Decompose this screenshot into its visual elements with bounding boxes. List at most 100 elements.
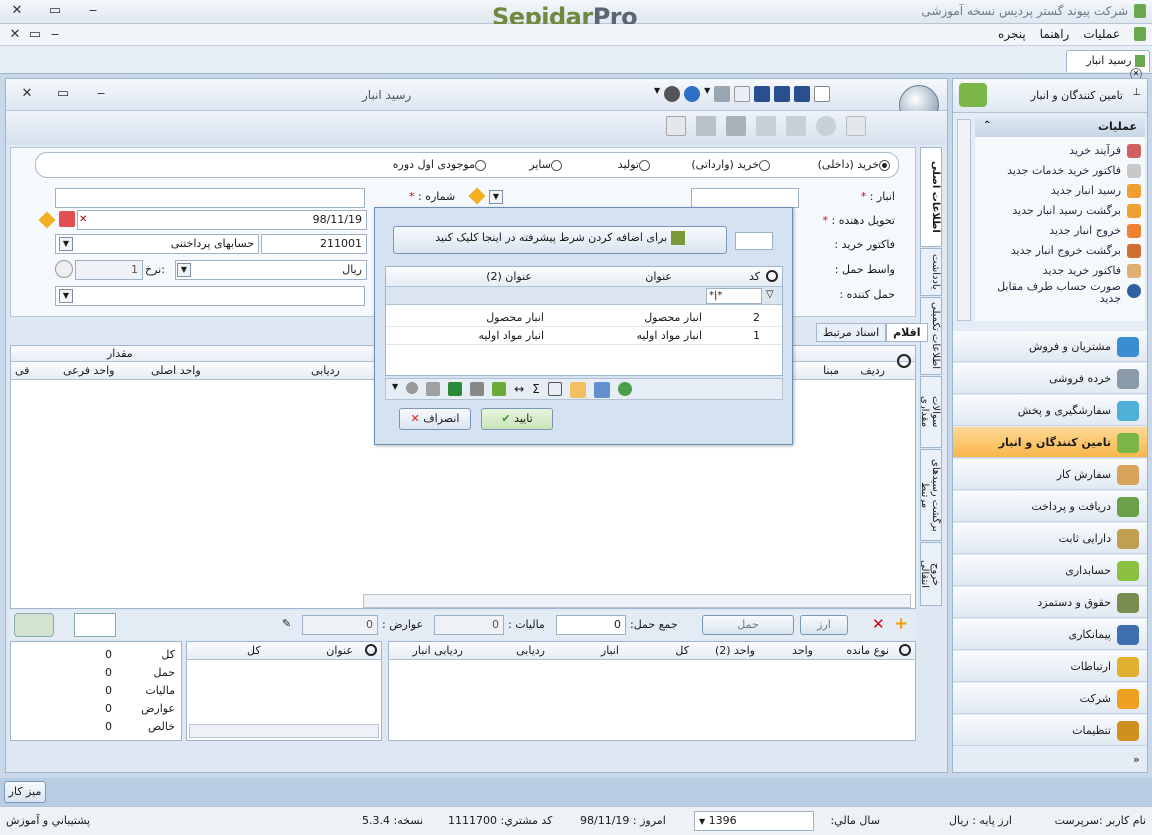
delete-icon[interactable] bbox=[816, 116, 836, 136]
lookup-circle-icon[interactable] bbox=[406, 382, 419, 394]
mdi-restore-button[interactable]: ▭ bbox=[24, 25, 46, 45]
window-close-button[interactable]: ✕ bbox=[16, 84, 38, 104]
restore-window-button[interactable]: ▭ bbox=[44, 1, 66, 21]
account-dropdown-button[interactable]: ▼ bbox=[59, 237, 73, 251]
date-edit-icon[interactable] bbox=[59, 211, 75, 227]
lookup-search-icon[interactable] bbox=[766, 270, 778, 282]
add-cost-icon[interactable] bbox=[14, 613, 54, 637]
radio-other[interactable]: سایر bbox=[529, 158, 562, 171]
warehouse-field[interactable] bbox=[691, 188, 799, 208]
module-distribution[interactable]: سفارشگیری و پخش bbox=[953, 395, 1147, 426]
stock-col-total[interactable]: کل bbox=[675, 644, 689, 657]
toolbar-dropdown-icon[interactable]: ▼ bbox=[654, 86, 660, 102]
previous-icon[interactable] bbox=[786, 116, 806, 136]
lookup-filter-input[interactable]: *|* bbox=[706, 288, 762, 304]
radio-domestic-dot[interactable] bbox=[879, 159, 890, 171]
new-icon[interactable] bbox=[814, 86, 831, 102]
pin-icon[interactable]: ⊥ bbox=[1132, 87, 1141, 98]
menu-window[interactable]: پنجره bbox=[998, 27, 1026, 41]
op-new-counterparty-statement[interactable]: صورت حساب طرف مقابل جدید bbox=[975, 281, 1145, 307]
window-restore-button[interactable]: ▭ bbox=[52, 84, 74, 104]
lookup-more-icon[interactable]: ▼ bbox=[392, 382, 398, 396]
save-icon[interactable] bbox=[754, 86, 771, 102]
number-lookup-icon[interactable] bbox=[468, 187, 486, 205]
description-field[interactable] bbox=[55, 188, 365, 208]
lookup-filter-icon[interactable]: ▽ bbox=[766, 289, 774, 300]
radio-production-dot[interactable] bbox=[639, 159, 650, 171]
collapse-icon[interactable]: ⌃ bbox=[983, 120, 991, 131]
next-icon[interactable] bbox=[756, 116, 776, 136]
freight-button[interactable]: حمل bbox=[702, 615, 794, 635]
module-work-order[interactable]: سفارش کار bbox=[953, 459, 1147, 490]
module-retail[interactable]: خرده فروشی bbox=[953, 363, 1147, 394]
minimize-window-button[interactable]: ‒ bbox=[82, 1, 104, 21]
lookup-col-code[interactable]: کد bbox=[749, 270, 760, 283]
calculator-icon[interactable] bbox=[666, 116, 686, 136]
rate-refresh-icon[interactable] bbox=[55, 260, 73, 278]
lookup-group-icon[interactable] bbox=[547, 382, 562, 396]
account-name-field[interactable]: حسابهای پرداختنی bbox=[55, 234, 259, 254]
dialog-ok-button[interactable]: ✔ تایید bbox=[481, 408, 553, 430]
rate-field[interactable]: 1 bbox=[75, 260, 143, 280]
module-fixed-assets[interactable]: دارایی ثابت bbox=[953, 523, 1147, 554]
stock-col-warehouse[interactable]: انبار bbox=[601, 644, 619, 657]
col-tracking[interactable]: ردیابی bbox=[311, 364, 340, 377]
op-new-purchase-invoice[interactable]: فاکتور خرید جدید bbox=[975, 261, 1145, 281]
module-company[interactable]: شرکت bbox=[953, 683, 1147, 714]
lookup-filter-toggle-icon[interactable] bbox=[569, 382, 586, 398]
col-main-unit[interactable]: واحد اصلی bbox=[151, 364, 201, 377]
lookup-row[interactable]: 1 انبار مواد اولیه انبار مواد اولیه bbox=[386, 327, 782, 345]
currency-button[interactable]: ارز bbox=[800, 615, 848, 635]
tab-transfer-out[interactable]: خروج انتقالی bbox=[920, 542, 942, 606]
lookup-columns-icon[interactable] bbox=[492, 382, 507, 396]
op-new-issue[interactable]: خروج انبار جدید bbox=[975, 221, 1145, 241]
carrier-field[interactable] bbox=[55, 286, 365, 306]
module-customers-sales[interactable]: مشتریان و فروش bbox=[953, 331, 1147, 362]
lookup-col-title[interactable]: عنوان bbox=[645, 270, 672, 283]
dialog-search-field[interactable] bbox=[735, 232, 773, 250]
radio-import-dot[interactable] bbox=[759, 159, 770, 171]
module-suppliers-warehouse[interactable]: تامین کنندگان و انبار bbox=[953, 427, 1147, 458]
document-icon[interactable] bbox=[726, 116, 746, 136]
fiscal-year-dropdown-icon[interactable]: ▼ bbox=[699, 817, 705, 826]
currency-field[interactable]: ریال bbox=[175, 260, 367, 280]
lookup-col-title2[interactable]: عنوان (2) bbox=[486, 270, 532, 283]
module-accounting[interactable]: حسابداری bbox=[953, 555, 1147, 586]
cost-grid-scrollbar[interactable] bbox=[189, 724, 379, 738]
cost-grid-search-icon[interactable] bbox=[365, 644, 377, 656]
op-new-receipt[interactable]: رسید انبار جدید bbox=[975, 181, 1145, 201]
date-warning-icon[interactable] bbox=[38, 211, 56, 229]
grid-search-icon[interactable] bbox=[897, 354, 911, 368]
col-sub-unit[interactable]: واحد فرعی bbox=[63, 364, 115, 377]
col-price[interactable]: فی bbox=[15, 364, 29, 377]
freight-sum-field[interactable]: 0 bbox=[556, 615, 626, 635]
lookup-refresh-icon[interactable] bbox=[617, 382, 632, 396]
stock-col-balance-type[interactable]: نوع مانده bbox=[846, 644, 889, 657]
help-dropdown-icon[interactable]: ▼ bbox=[704, 86, 710, 102]
barcode-icon[interactable] bbox=[74, 613, 116, 637]
ops-scrollbar[interactable] bbox=[957, 119, 971, 321]
tab-related-docs[interactable]: اسناد مرتبط bbox=[816, 323, 887, 342]
radio-production[interactable]: تولید bbox=[618, 158, 650, 171]
tab-quantity-questions[interactable]: سوالات مقداری bbox=[920, 376, 942, 448]
lookup-paint-icon[interactable] bbox=[426, 382, 441, 396]
attachment-icon[interactable]: ✎ bbox=[282, 617, 291, 630]
stock-grid-search-icon[interactable] bbox=[899, 644, 911, 656]
radio-import[interactable]: خرید (وارداتی) bbox=[691, 158, 770, 171]
tab-items[interactable]: اقلام bbox=[886, 323, 928, 342]
cost-col-total[interactable]: کل bbox=[247, 644, 261, 657]
tab-related-returns[interactable]: برگشت رسیدهای مرتبط bbox=[920, 449, 942, 541]
radio-other-dot[interactable] bbox=[551, 159, 562, 171]
add-row-icon[interactable]: + bbox=[894, 614, 908, 634]
dialog-cancel-button[interactable]: ✕ انصراف bbox=[399, 408, 471, 430]
op-purchase-process[interactable]: فرآیند خرید bbox=[975, 141, 1145, 161]
fiscal-year-select[interactable]: ▼ 1396 bbox=[694, 811, 814, 831]
col-basis[interactable]: مبنا bbox=[823, 364, 839, 377]
tax-field[interactable]: 0 bbox=[434, 615, 504, 635]
items-horizontal-scrollbar[interactable] bbox=[363, 594, 911, 608]
duties-field[interactable]: 0 bbox=[302, 615, 378, 635]
col-row[interactable]: ردیف bbox=[860, 364, 885, 377]
tab-notes[interactable]: یادداشت bbox=[920, 248, 942, 296]
lookup-fit-icon[interactable]: ↔ bbox=[514, 382, 524, 396]
account-code-field[interactable]: 211001 bbox=[261, 234, 367, 254]
